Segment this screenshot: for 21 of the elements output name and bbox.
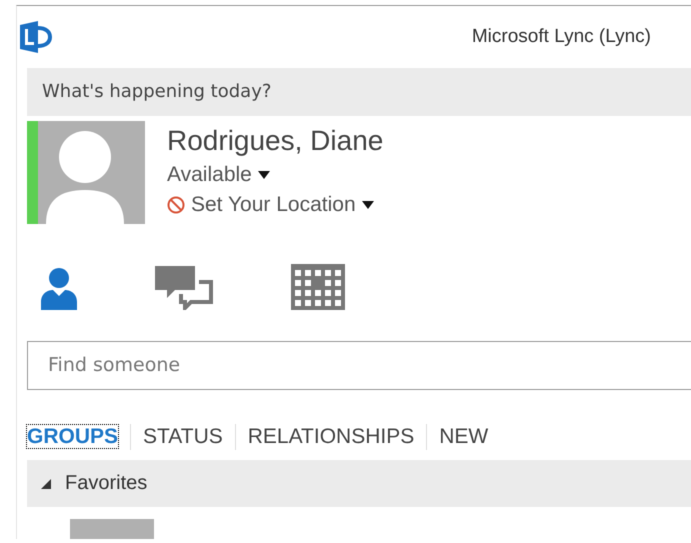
search-field[interactable]: Find someone [27, 340, 691, 390]
chat-icon [155, 266, 213, 310]
calendar-icon [291, 264, 345, 310]
person-icon [41, 268, 77, 310]
status-note-field[interactable]: What's happening today? [27, 68, 691, 116]
presence-dropdown[interactable]: Available [167, 162, 384, 186]
contact-tab[interactable]: NEW [426, 424, 500, 450]
caret-icon [362, 200, 374, 208]
blocked-icon [167, 196, 185, 214]
location-dropdown[interactable]: Set Your Location [167, 192, 384, 216]
contact-tab[interactable]: GROUPS [27, 424, 130, 450]
contact-tab[interactable]: RELATIONSHIPS [234, 424, 426, 450]
view-tab[interactable] [41, 268, 77, 312]
group-header[interactable]: Favorites [27, 460, 691, 508]
contact-tab[interactable]: STATUS [130, 424, 235, 450]
view-tab[interactable] [155, 266, 213, 312]
view-tab[interactable] [291, 264, 345, 312]
app-logo-icon [20, 20, 54, 53]
user-name: Rodrigues, Diane [167, 124, 384, 156]
caret-icon [258, 170, 270, 178]
window-title: Microsoft Lync (Lync) [472, 26, 651, 48]
